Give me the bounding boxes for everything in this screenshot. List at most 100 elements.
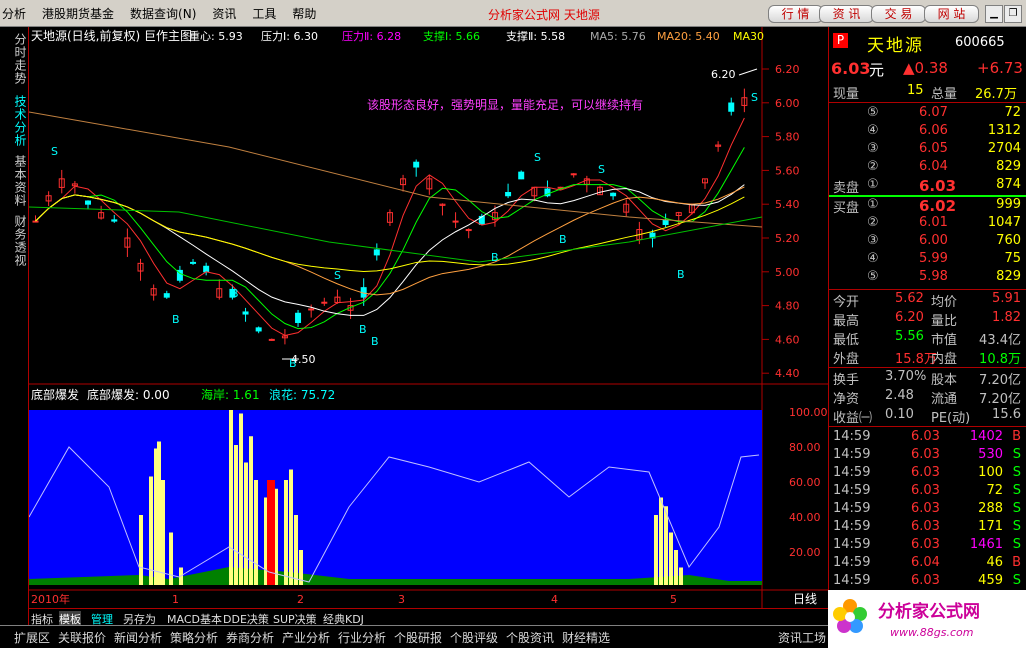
- order-row: ② 6.04 829: [867, 159, 1021, 174]
- menu-news[interactable]: 资讯: [204, 5, 244, 22]
- header-item: 支撑Ⅱ: 5.58: [506, 29, 565, 43]
- period-label[interactable]: 日线: [793, 592, 817, 606]
- tab-stock-news[interactable]: 个股资讯: [506, 629, 554, 646]
- tab-finance[interactable]: 财经精选: [562, 629, 610, 646]
- tab-strategy[interactable]: 策略分析: [170, 629, 218, 646]
- tab-news-analysis[interactable]: 新闻分析: [114, 629, 162, 646]
- minimize-icon[interactable]: ▁: [985, 5, 1003, 23]
- bs-mark: B: [359, 323, 367, 336]
- tab-technical[interactable]: 技术分析: [4, 95, 27, 147]
- stat-row: 最高 6.20 量比 1.82: [833, 310, 1021, 329]
- annotation-text: 该股形态良好，强势明显，量能充足，可以继续持有: [367, 97, 643, 112]
- tick-row: 14:59 6.03 288 S: [833, 501, 1021, 516]
- tab-industry[interactable]: 产业分析: [282, 629, 330, 646]
- sub-bar: [244, 462, 248, 585]
- total-vol: 26.7万: [975, 87, 1017, 102]
- sub-bar: [149, 476, 153, 585]
- menu-hk-futures[interactable]: 港股期货基金: [34, 5, 122, 22]
- price-tick: 6.00: [775, 97, 800, 110]
- bs-mark: B: [491, 251, 499, 264]
- sub-tick: 60.00: [789, 476, 821, 489]
- restore-icon[interactable]: ❐: [1004, 5, 1022, 23]
- header-item: MA30: [733, 30, 764, 43]
- tab-rating[interactable]: 个股评级: [450, 629, 498, 646]
- bs-mark: B: [371, 335, 379, 348]
- sub-tick: 80.00: [789, 441, 821, 454]
- stat-row: 换手 3.70% 股本 7.20亿: [833, 369, 1021, 388]
- sub-bar: [157, 441, 161, 585]
- tick-row: 14:59 6.03 459 S: [833, 573, 1021, 588]
- header-item: 重心: 5.93: [189, 29, 243, 43]
- sub-bar: [254, 480, 258, 585]
- news-button[interactable]: 资 讯: [819, 5, 874, 23]
- x-tick: 4: [551, 593, 558, 606]
- logo: 分析家公式网 www.88gs.com: [828, 590, 1026, 648]
- candle-body: [373, 249, 380, 256]
- menu-help[interactable]: 帮助: [284, 5, 324, 22]
- price-tick: 4.80: [775, 300, 800, 313]
- candle-body: [255, 327, 262, 332]
- trade-button[interactable]: 交 易: [871, 5, 926, 23]
- sub-bar: [674, 550, 678, 585]
- buy-label: 买盘: [833, 201, 860, 216]
- sub-bar: [249, 436, 253, 585]
- menu-data-query[interactable]: 数据查询(N): [122, 5, 204, 22]
- tab-research[interactable]: 个股研报: [394, 629, 442, 646]
- side-tabs: 分时走势 技术分析 基本资料 财务透视: [0, 27, 29, 625]
- menu-analysis[interactable]: 分析: [0, 5, 34, 22]
- bs-mark: B: [559, 233, 567, 246]
- chart-title: 天地源(日线,前复权) 巨作主图: [31, 28, 192, 43]
- sub-name: 底部爆发: [31, 387, 79, 402]
- sell-label: 卖盘: [833, 181, 860, 196]
- bs-mark: B: [231, 287, 239, 300]
- website-button[interactable]: 网 站: [924, 5, 979, 23]
- quote-button[interactable]: 行 情: [768, 5, 823, 23]
- price-change: ▲0.38: [903, 59, 948, 77]
- sub-bar: [669, 532, 673, 585]
- chart-tab-bar: 指标 模板 管理 另存为 MACD基本 DDE决策 SUP决策 经典KDJ: [29, 608, 828, 627]
- candle-body: [242, 311, 249, 315]
- stat-row: 外盘 15.8万 内盘 10.8万: [833, 352, 1021, 367]
- stat-row: 今开 5.62 均价 5.91: [833, 291, 1021, 310]
- chart-area[interactable]: 天地源(日线,前复权) 巨作主图 重心: 5.93 压力Ⅰ: 6.30 压力Ⅱ: 6…: [29, 27, 828, 625]
- candle-body: [308, 308, 315, 311]
- tab-fundamental[interactable]: 基本资料: [4, 155, 27, 207]
- order-row: ⑤ 6.07 72: [867, 105, 1021, 120]
- header-item: MA5: 5.76: [590, 30, 646, 43]
- order-row: ② 6.01 1047: [867, 215, 1021, 230]
- tab-timeshare[interactable]: 分时走势: [4, 33, 27, 85]
- tab-sector[interactable]: 行业分析: [338, 629, 386, 646]
- tick-row: 14:59 6.03 171 S: [833, 519, 1021, 534]
- order-row: ④ 6.06 1312: [867, 123, 1021, 138]
- order-row: ③ 6.00 760: [867, 233, 1021, 248]
- order-row: ④ 5.99 75: [867, 251, 1021, 266]
- x-tick: 3: [398, 593, 405, 606]
- sub-bar: [289, 469, 293, 585]
- sub-tick: 40.00: [789, 511, 821, 524]
- header-item: 压力Ⅰ: 6.30: [261, 30, 318, 43]
- menu-tools[interactable]: 工具: [244, 5, 284, 22]
- sub-bar: [664, 506, 668, 585]
- tab-info-factory[interactable]: 资讯工场: [778, 629, 826, 646]
- kline-chart[interactable]: 天地源(日线,前复权) 巨作主图 重心: 5.93 压力Ⅰ: 6.30 压力Ⅱ: 6…: [29, 27, 828, 608]
- tab-extension[interactable]: 扩展区: [14, 629, 50, 646]
- tab-broker[interactable]: 券商分析: [226, 629, 274, 646]
- sub-bar: [161, 480, 165, 585]
- tab-financial[interactable]: 财务透视: [4, 215, 27, 267]
- candle-body: [728, 102, 735, 112]
- header-item: 压力Ⅱ: 6.28: [342, 30, 401, 43]
- sub-bar: [654, 515, 658, 585]
- candle-body: [321, 301, 328, 304]
- price-tick: 4.60: [775, 333, 800, 346]
- sub-bar: [659, 497, 663, 585]
- candle-body: [518, 171, 525, 180]
- header-item: 支撑Ⅰ: 5.66: [423, 29, 480, 43]
- x-tick: 2: [297, 593, 304, 606]
- tab-related-quote[interactable]: 关联报价: [58, 629, 106, 646]
- price-tick: 5.00: [775, 266, 800, 279]
- price-tick: 5.60: [775, 164, 800, 177]
- price-tick: 5.80: [775, 131, 800, 144]
- candle-body: [413, 161, 420, 168]
- sub-chart-bg: [29, 410, 762, 585]
- bs-mark: S: [598, 163, 605, 176]
